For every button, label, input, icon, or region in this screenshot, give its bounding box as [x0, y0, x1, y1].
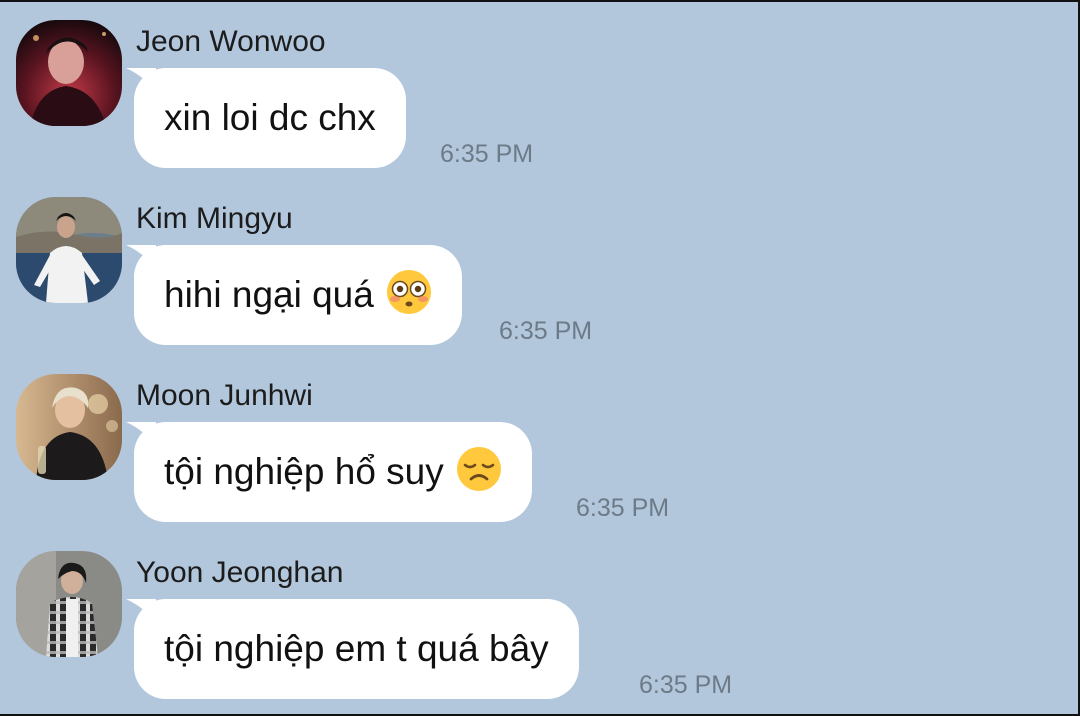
message-text: tội nghiệp em t quá bây [164, 628, 549, 669]
avatar-photo-seaside [16, 197, 122, 303]
message-time: 6:35 PM [576, 494, 670, 522]
avatar-photo-blond [16, 374, 122, 480]
message-bubble-wrap: tội nghiệp hổ suy [126, 422, 532, 522]
bubble-tail [126, 245, 156, 267]
message-text: xin loi dc chx [164, 97, 376, 138]
disappointed-face-emoji [456, 446, 502, 492]
message-item: Kim Mingyu hihi ngại quá 6:35 PM [0, 179, 1078, 349]
avatar[interactable] [16, 20, 122, 126]
message-item: Yoon Jeonghan tội nghiệp em t quá bây 6:… [0, 533, 1078, 703]
bubble-tail [126, 68, 156, 90]
message-text: hihi ngại quá [164, 274, 374, 315]
sender-name: Jeon Wonwoo [136, 25, 326, 58]
avatar-photo-dark-red [16, 20, 122, 126]
message-bubble-wrap: tội nghiệp em t quá bây [126, 599, 579, 699]
flushed-face-emoji [386, 269, 432, 315]
message-time: 6:35 PM [499, 317, 593, 345]
message-bubble[interactable]: tội nghiệp em t quá bây [126, 599, 579, 699]
sender-name: Yoon Jeonghan [136, 556, 344, 589]
chat-area[interactable]: Jeon Wonwoo xin loi dc chx 6:35 PM Kim M… [0, 2, 1078, 714]
message-bubble[interactable]: tội nghiệp hổ suy [126, 422, 532, 522]
message-bubble[interactable]: hihi ngại quá [126, 245, 462, 345]
avatar-photo-plaid-shirt [16, 551, 122, 657]
message-bubble[interactable]: xin loi dc chx [126, 68, 406, 168]
avatar[interactable] [16, 197, 122, 303]
sender-name: Moon Junhwi [136, 379, 313, 412]
message-bubble-wrap: hihi ngại quá [126, 245, 462, 345]
message-item: Moon Junhwi tội nghiệp hổ suy 6:35 PM [0, 356, 1078, 526]
bubble-tail [126, 599, 156, 621]
message-item: Jeon Wonwoo xin loi dc chx 6:35 PM [0, 2, 1078, 172]
message-text: tội nghiệp hổ suy [164, 451, 444, 492]
avatar[interactable] [16, 374, 122, 480]
message-time: 6:35 PM [639, 671, 733, 699]
message-bubble-wrap: xin loi dc chx [126, 68, 406, 168]
message-time: 6:35 PM [440, 140, 534, 168]
bubble-tail [126, 422, 156, 444]
avatar[interactable] [16, 551, 122, 657]
sender-name: Kim Mingyu [136, 202, 293, 235]
